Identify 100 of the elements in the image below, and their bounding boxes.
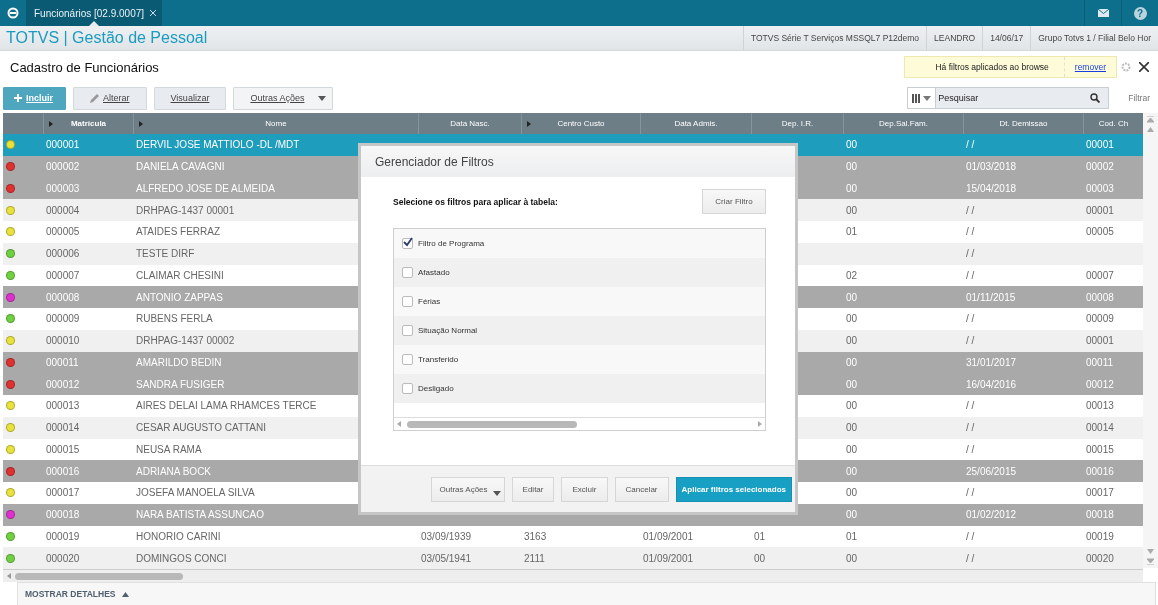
table-cell: 000008 (46, 291, 80, 303)
create-filter-button[interactable]: Criar Filtro (702, 189, 766, 214)
table-cell: 000015 (46, 443, 80, 455)
table-cell: 15/04/2018 (966, 182, 1017, 194)
table-cell: 00 (846, 313, 858, 325)
table-cell: ADRIANA BOCK (136, 465, 212, 477)
more-actions-button[interactable]: Outras Ações (430, 476, 505, 502)
table-cell: NARA BATISTA ASSUNCAO (136, 509, 264, 521)
settings-icon[interactable] (1121, 62, 1131, 72)
checkbox[interactable] (402, 354, 413, 365)
scroll-left-icon[interactable] (397, 421, 401, 427)
program-tab[interactable]: Funcionários [02.9.0007] (26, 0, 163, 26)
table-cell: 000004 (46, 204, 80, 216)
filter-label: Férias (418, 297, 441, 306)
scroll-top-icon[interactable] (1147, 116, 1154, 123)
horizontal-scrollbar[interactable] (3, 569, 1143, 582)
filter-item[interactable]: Desligado (394, 374, 765, 403)
table-cell: 000017 (46, 487, 80, 499)
search-icon[interactable] (1090, 93, 1101, 103)
table-cell: 000019 (46, 530, 80, 542)
table-cell: 00 (846, 378, 858, 390)
session-info: Grupo Totvs 1 / Filial Belo Hor (1030, 26, 1158, 50)
table-cell: TESTE DIRF (136, 248, 195, 260)
table-cell: DRHPAG-1437 00002 (136, 335, 235, 347)
checkbox[interactable] (402, 296, 413, 307)
close-icon[interactable] (1139, 62, 1149, 72)
dialog-button[interactable]: Editar (511, 476, 555, 502)
scroll-down-icon[interactable] (1147, 549, 1154, 554)
table-cell: 00 (846, 487, 858, 499)
table-cell: 00012 (1086, 378, 1114, 390)
table-cell: / / (966, 313, 975, 325)
table-cell: SANDRA FUSIGER (136, 378, 225, 390)
session-info: TOTVS Série T Serviços MSSQL7 P12demo (742, 26, 927, 50)
filter-item[interactable]: Situação Normal (394, 316, 765, 345)
table-cell: 00 (846, 204, 858, 216)
dialog-prompt: Selecione os filtros para aplicar à tabela: (393, 196, 558, 207)
table-cell: 000012 (46, 378, 80, 390)
table-cell: ATAIDES FERRAZ (136, 226, 221, 238)
table-cell: AIRES DELAI LAMA RHAMCES TERCE (136, 400, 317, 412)
table-cell: 00017 (1086, 487, 1114, 499)
table-cell: 000009 (46, 313, 80, 325)
table-cell: / / (966, 335, 975, 347)
help-icon[interactable]: ? (1133, 6, 1147, 20)
toolbar-button[interactable]: Visualizar (153, 86, 227, 110)
table-cell: 00 (846, 161, 858, 173)
logo-icon[interactable] (7, 7, 19, 19)
filter-item[interactable]: Transferido (394, 345, 765, 374)
table-cell: 01 (846, 530, 858, 542)
table-cell: 000016 (46, 465, 80, 477)
table-cell: 00014 (1086, 422, 1114, 434)
table-cell: / / (966, 422, 975, 434)
dialog-title: Gerenciador de Filtros (375, 154, 494, 169)
search-input[interactable]: Pesquisar (936, 92, 1091, 104)
table-cell: 03/05/1941 (421, 552, 472, 564)
table-cell: 01/09/2001 (643, 530, 694, 542)
details-toggle[interactable]: MOSTRAR DETALHES (17, 582, 1156, 605)
checkbox[interactable] (402, 383, 413, 394)
dialog-button[interactable]: Cancelar (614, 476, 669, 502)
table-cell: / / (966, 248, 975, 260)
scroll-up-icon[interactable] (1147, 127, 1154, 132)
filter-item[interactable]: Férias (394, 287, 765, 316)
table-cell: / / (966, 204, 975, 216)
filter-item[interactable]: Afastado (394, 258, 765, 287)
table-cell: 00 (846, 465, 858, 477)
table-cell: 000020 (46, 552, 80, 564)
filter-label: Afastado (418, 268, 450, 277)
horizontal-scrollbar[interactable] (394, 417, 765, 430)
table-cell: 25/06/2015 (966, 465, 1017, 477)
table-cell: 00016 (1086, 465, 1114, 477)
table-cell: 01 (846, 226, 858, 238)
table-cell: 00001 (1086, 204, 1114, 216)
filter-item[interactable]: Filtro de Programa (394, 229, 765, 258)
table-cell: 00 (754, 552, 766, 564)
filter-label: Desligado (418, 384, 454, 393)
more-actions-button[interactable]: Outras Ações (233, 86, 334, 110)
search-field[interactable]: Pesquisar (907, 87, 1110, 109)
scroll-bottom-icon[interactable] (1147, 558, 1154, 565)
toolbar-button[interactable]: Alterar (73, 86, 147, 110)
session-info: 14/06/17 (982, 26, 1031, 50)
table-cell: 000003 (46, 182, 80, 194)
table-cell: 01/03/2018 (966, 161, 1017, 173)
table-cell: 01/02/2012 (966, 509, 1017, 521)
checkbox[interactable] (402, 238, 413, 249)
table-cell: 2111 (524, 552, 545, 564)
columns-icon[interactable] (912, 93, 921, 103)
table-cell: CLAIMAR CHESINI (136, 269, 224, 281)
checkbox[interactable] (402, 267, 413, 278)
mail-icon[interactable] (1097, 9, 1109, 17)
table-cell: 00019 (1086, 530, 1114, 542)
caret-icon (492, 490, 501, 496)
vertical-scrollbar[interactable] (1143, 113, 1158, 568)
filter-link[interactable]: Filtrar (1128, 93, 1150, 103)
scroll-left-icon[interactable] (7, 573, 11, 579)
caret-icon (923, 95, 932, 101)
table-cell: 00003 (1086, 182, 1114, 194)
dialog-button[interactable]: Excluir (561, 476, 608, 502)
checkbox[interactable] (402, 325, 413, 336)
scroll-right-icon[interactable] (758, 421, 762, 427)
remove-link[interactable]: remover (1064, 62, 1116, 72)
table-cell: 3163 (524, 530, 547, 542)
